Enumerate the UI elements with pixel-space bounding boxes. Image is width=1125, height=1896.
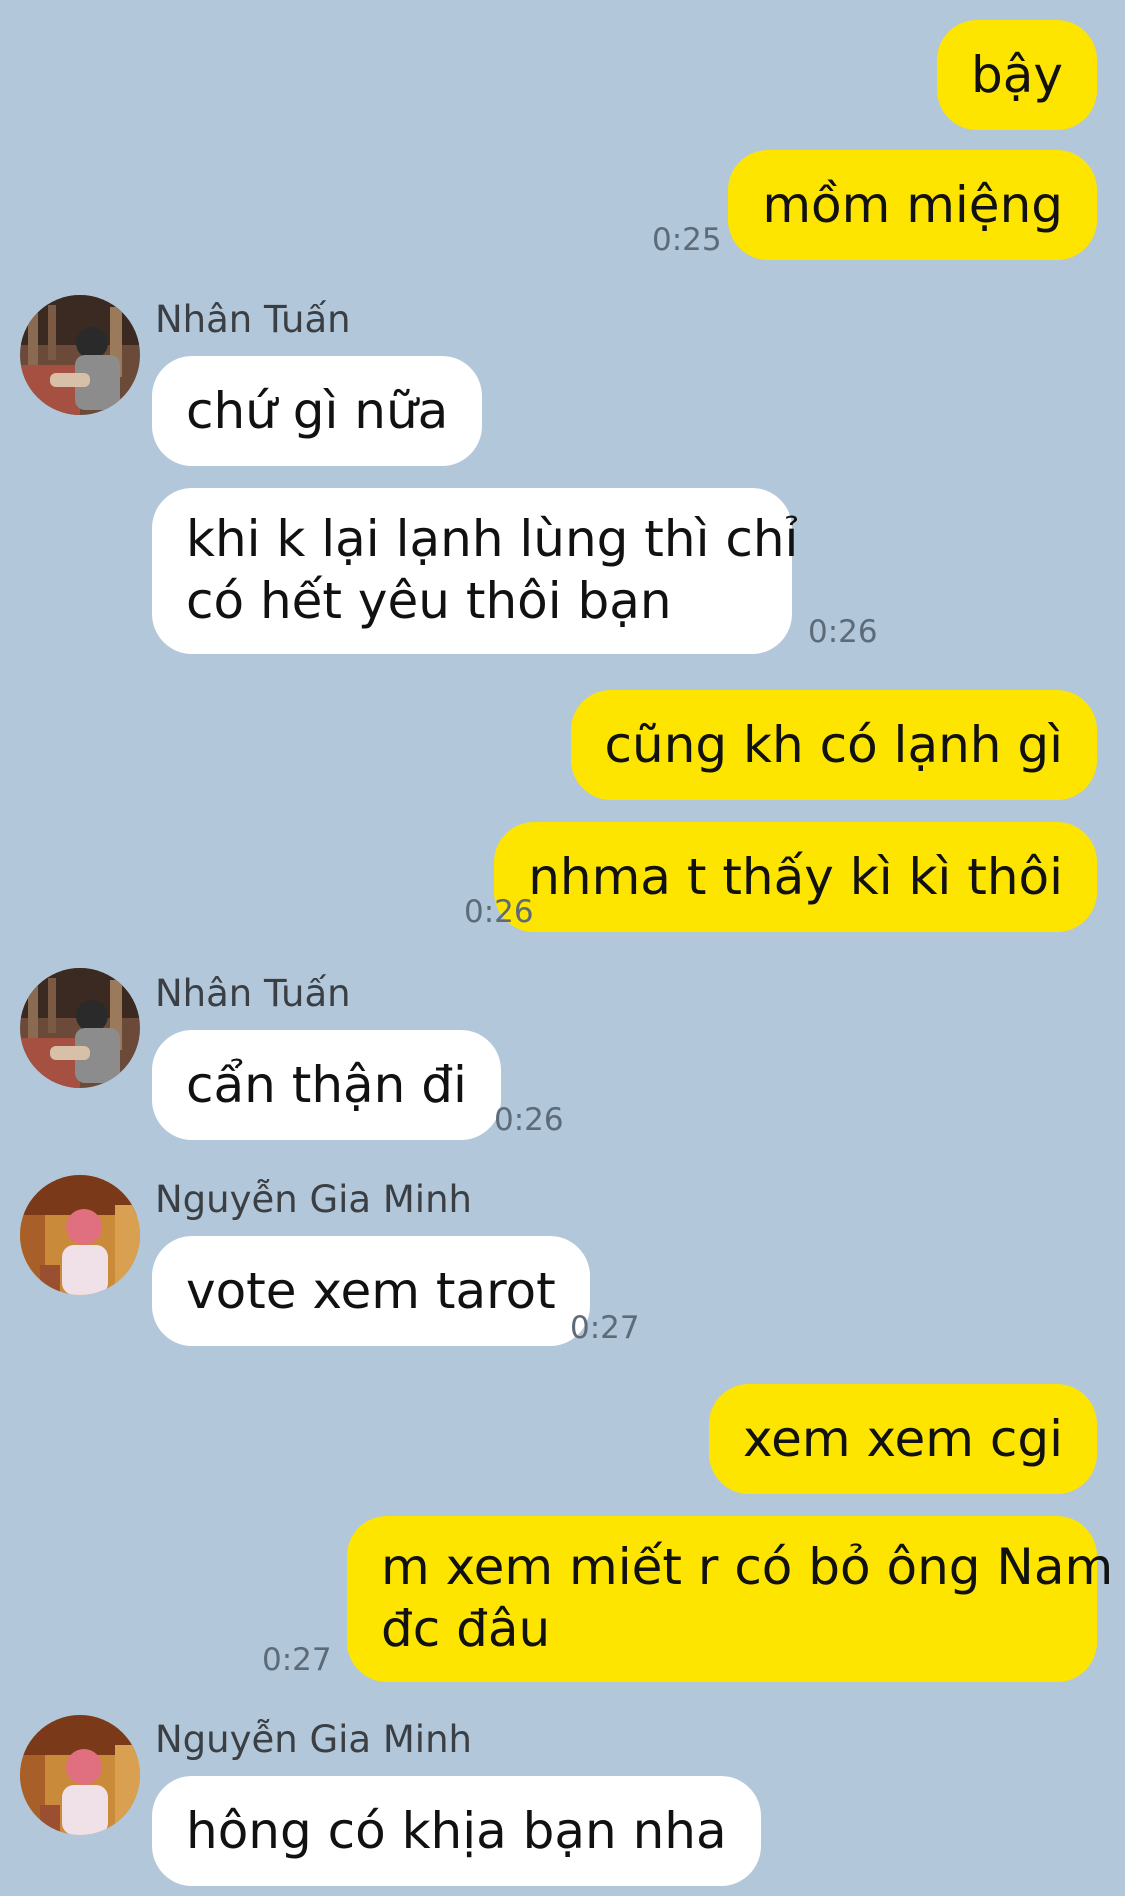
- message-timestamp: 0:27: [570, 1310, 640, 1346]
- sender-name: Nguyễn Gia Minh: [155, 1178, 472, 1221]
- message-text-line: khi k lại lạnh lùng thì chỉ: [186, 510, 799, 568]
- message-text: mồm miệng: [762, 176, 1063, 234]
- message-timestamp: 0:27: [262, 1642, 332, 1678]
- message-text: cẩn thận đi: [186, 1056, 467, 1114]
- avatar-photo-icon: [20, 1715, 140, 1835]
- outgoing-message-bubble[interactable]: m xem miết r có bỏ ông Nam đc đâu: [347, 1516, 1114, 1682]
- incoming-message-bubble[interactable]: vote xem tarot: [152, 1236, 590, 1346]
- message-text: xem xem cgi: [743, 1410, 1063, 1468]
- avatar[interactable]: [20, 295, 140, 415]
- message-timestamp: 0:25: [652, 222, 722, 258]
- avatar-photo-icon: [20, 295, 140, 415]
- avatar-photo-icon: [20, 1175, 140, 1295]
- message-text: bậy: [971, 46, 1063, 104]
- incoming-message-bubble[interactable]: khi k lại lạnh lùng thì chỉ có hết yêu t…: [152, 488, 799, 654]
- message-text: nhma t thấy kì kì thôi: [528, 848, 1063, 906]
- outgoing-message-bubble[interactable]: cũng kh có lạnh gì: [570, 690, 1097, 800]
- incoming-message-bubble[interactable]: chứ gì nữa: [152, 356, 483, 466]
- message-text: vote xem tarot: [186, 1262, 556, 1320]
- incoming-message-bubble[interactable]: hông có khịa bạn nha: [152, 1776, 761, 1886]
- message-timestamp: 0:26: [494, 1102, 564, 1138]
- message-text-line: m xem miết r có bỏ ông Nam: [381, 1538, 1114, 1596]
- avatar[interactable]: [20, 1175, 140, 1295]
- avatar[interactable]: [20, 1715, 140, 1835]
- message-text-line: đc đâu: [381, 1600, 551, 1658]
- message-text: cũng kh có lạnh gì: [604, 716, 1063, 774]
- outgoing-message-bubble[interactable]: xem xem cgi: [709, 1384, 1097, 1494]
- sender-name: Nhân Tuấn: [155, 972, 351, 1015]
- sender-name: Nguyễn Gia Minh: [155, 1718, 472, 1761]
- avatar[interactable]: [20, 968, 140, 1088]
- avatar-photo-icon: [20, 968, 140, 1088]
- sender-name: Nhân Tuấn: [155, 298, 351, 341]
- outgoing-message-bubble[interactable]: bậy: [937, 20, 1097, 130]
- message-text: chứ gì nữa: [186, 382, 449, 440]
- message-timestamp: 0:26: [464, 894, 534, 930]
- message-text: hông có khịa bạn nha: [186, 1802, 727, 1860]
- outgoing-message-bubble[interactable]: mồm miệng: [728, 150, 1097, 260]
- message-timestamp: 0:26: [808, 614, 878, 650]
- incoming-message-bubble[interactable]: cẩn thận đi: [152, 1030, 501, 1140]
- message-text-line: có hết yêu thôi bạn: [186, 572, 672, 630]
- chat-message-list[interactable]: bậy mồm miệng 0:25 Nhân Tuấn chứ gì nữa …: [0, 0, 1125, 1896]
- outgoing-message-bubble[interactable]: nhma t thấy kì kì thôi: [494, 822, 1097, 932]
